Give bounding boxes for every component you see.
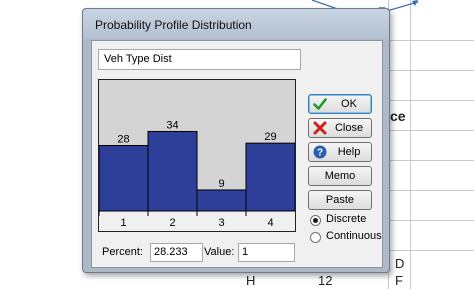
bar-value-label: 9 (218, 178, 224, 190)
title-bar[interactable]: Probability Profile Distribution (83, 9, 389, 39)
continuous-radio[interactable] (310, 232, 321, 243)
ok-button[interactable]: OK (308, 94, 372, 114)
chart-svg: 28349291 2 3 4 (99, 119, 295, 231)
bar-value-label: 34 (166, 119, 178, 131)
dialog-title: Probability Profile Distribution (95, 18, 252, 32)
percent-label: Percent: (102, 246, 143, 258)
help-button-label: Help (337, 146, 361, 158)
probability-profile-dialog: Probability Profile Distribution Veh Typ… (82, 8, 390, 273)
ok-button-label: OK (341, 98, 357, 110)
help-icon: ? (313, 145, 327, 159)
paste-button-label: Paste (325, 194, 355, 206)
x-tick-label: 2 (169, 217, 175, 229)
close-button-label: Close (334, 122, 364, 134)
distribution-chart[interactable]: 28 34 9 29 1 2 3 4 (98, 79, 296, 232)
grid-line (410, 0, 411, 289)
paste-button[interactable]: Paste (308, 190, 372, 210)
histogram-bar (99, 145, 149, 212)
x-tick-label: 4 (267, 217, 273, 229)
bar-value-label: 29 (264, 131, 276, 143)
column-header: H (246, 273, 256, 288)
cell-partial-text: ce (390, 108, 406, 124)
help-button[interactable]: ? Help (308, 142, 372, 162)
distribution-name-input[interactable]: Veh Type Dist (98, 49, 301, 70)
svg-text:?: ? (317, 148, 323, 159)
close-button[interactable]: Close (308, 118, 372, 138)
cell-value: 12 (318, 273, 333, 288)
value-input[interactable]: 1 (238, 243, 295, 262)
close-x-icon (313, 121, 327, 135)
checkmark-icon (313, 98, 327, 110)
memo-button-label: Memo (324, 170, 356, 182)
cell-label: F (395, 273, 403, 288)
histogram-bar (196, 189, 247, 212)
x-tick-label: 1 (120, 217, 126, 229)
radio-selected-dot (313, 218, 318, 223)
percent-input[interactable]: 28.233 (150, 243, 203, 262)
bar-value-label: 28 (117, 134, 129, 146)
histogram-bar (147, 130, 198, 212)
cell-label: D (395, 256, 405, 271)
dialog-body: Veh Type Dist 28 34 9 29 1 2 3 4 Percent: 28.23… (91, 40, 383, 268)
discrete-radio[interactable] (310, 215, 321, 226)
discrete-label: Discrete (326, 213, 367, 225)
histogram-bar (245, 142, 295, 212)
value-label: Value: (204, 246, 235, 258)
continuous-label: Continuous (326, 230, 382, 242)
x-tick-label: 3 (218, 217, 224, 229)
memo-button[interactable]: Memo (308, 166, 372, 186)
